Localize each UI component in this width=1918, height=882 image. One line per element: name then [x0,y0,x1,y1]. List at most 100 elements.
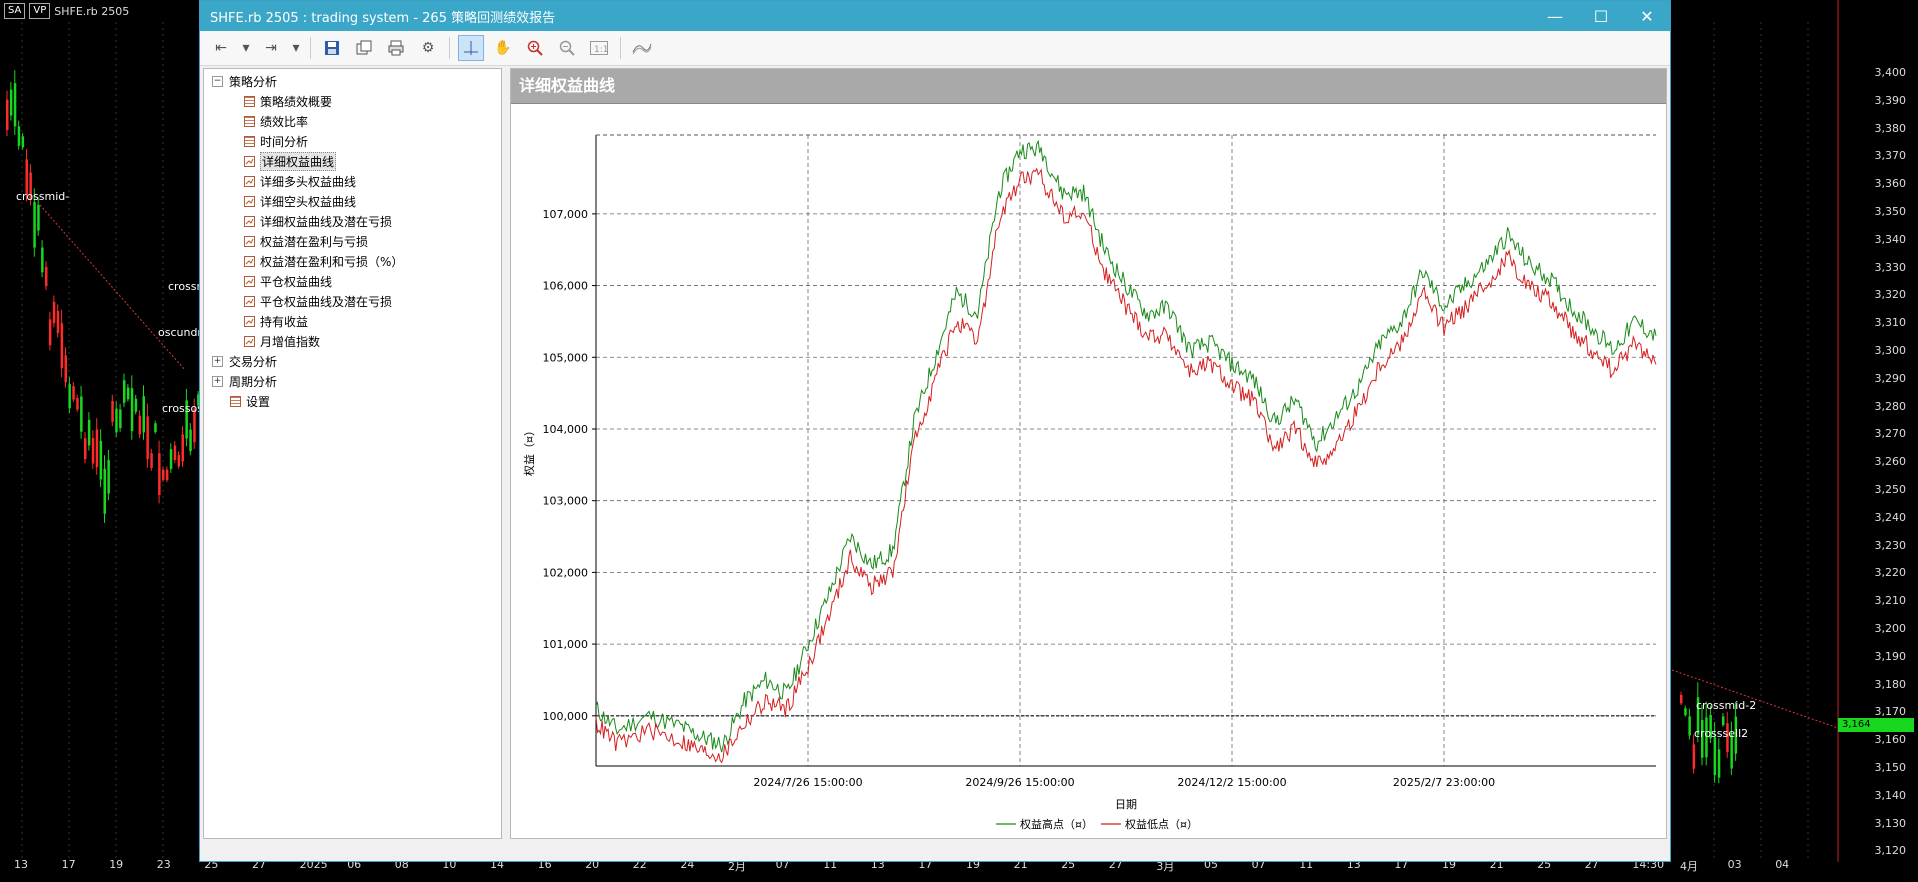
candle [37,204,40,231]
candle [17,126,21,146]
report-window[interactable]: SHFE.rb 2505 : trading system - 265 策略回测… [199,0,1671,862]
tree-item[interactable]: 持有收益 [204,311,501,331]
price-tick-label: 3,250 [1874,483,1907,496]
price-tick-label: 3,260 [1874,455,1907,469]
candle [1680,694,1683,704]
price-tick-label: 3,380 [1874,121,1907,135]
tree-item[interactable]: 权益潜在盈利和亏损（%） [204,251,501,271]
tree-item[interactable]: 策略绩效概要 [204,91,501,111]
dropdown-icon[interactable]: ▾ [290,35,302,61]
signal-annotation: crossmid- [16,190,70,203]
tree-item[interactable]: 平仓权益曲线 [204,271,501,291]
print-icon[interactable] [383,35,409,61]
settings-icon[interactable]: ⚙ [415,35,441,61]
tree-item[interactable]: 时间分析 [204,131,501,151]
tree-item[interactable]: 平仓权益曲线及潜在亏损 [204,291,501,311]
candle [130,388,134,432]
tree-item[interactable]: 详细多头权益曲线 [204,171,501,191]
candle [87,419,91,446]
date-tick-label: 19 [109,858,124,871]
close-button[interactable]: ✕ [1624,7,1670,26]
date-tick-label: 03 [1727,858,1742,871]
minimize-button[interactable]: — [1532,7,1578,26]
candle [80,396,83,432]
tree-item[interactable]: 权益潜在盈利与亏损 [204,231,501,251]
tree-group[interactable]: + 周期分析 [204,371,501,391]
signal-annotation: crossmid-2 [1696,699,1757,712]
tree-item-label: 策略绩效概要 [260,94,333,109]
candle [146,416,149,460]
actual-size-icon[interactable]: 1:1 [586,35,612,61]
candle [173,445,177,461]
collapse-icon[interactable]: − [212,75,223,87]
zoom-in-icon[interactable] [522,35,548,61]
candle [134,398,138,412]
copy-icon[interactable] [351,35,377,61]
back-icon[interactable]: ⇤ [208,35,234,61]
last-price-badge: 3,164 [1838,718,1914,732]
save-icon[interactable] [319,35,345,61]
vp-button[interactable]: VP [29,3,51,19]
tree-item-settings[interactable]: 设置 [204,391,501,411]
candle [64,355,67,383]
candle [150,453,153,468]
forward-icon[interactable]: ⇥ [258,35,284,61]
title-bar[interactable]: SHFE.rb 2505 : trading system - 265 策略回测… [200,1,1670,31]
y-tick-label: 106,000 [543,280,589,293]
tree-item-label: 平仓权益曲线 [260,274,333,289]
chart-style-icon[interactable] [629,35,655,61]
chart-panel: 详细权益曲线 100,000 101,000 102,000 103,000 104,0… [510,68,1667,839]
hand-icon[interactable]: ✋ [490,35,516,61]
price-tick-label: 3,220 [1874,566,1907,580]
date-tick-label: 04 [1775,858,1790,871]
candle [123,380,126,403]
price-tick-label: 3,210 [1874,594,1907,608]
candle [158,453,161,495]
x-tick-label: 2024/9/26 15:00:00 [965,776,1074,789]
price-tick-label: 3,320 [1874,288,1907,302]
dropdown-icon[interactable]: ▾ [240,35,252,61]
symbol-label: SHFE.rb 2505 [54,4,130,18]
candle [138,415,142,435]
tree-item[interactable]: 详细权益曲线及潜在亏损 [204,211,501,231]
tree-item[interactable]: 绩效比率 [204,111,501,131]
tree-item-label: 平仓权益曲线及潜在亏损 [260,294,393,309]
price-tick-label: 3,280 [1874,399,1907,413]
candle [162,469,165,480]
tree-group[interactable]: + 交易分析 [204,351,501,371]
candle [9,89,13,116]
signal-annotation: crosssell2 [1694,727,1749,740]
tree-item-label: 详细权益曲线及潜在亏损 [260,214,393,229]
maximize-button[interactable]: ☐ [1578,7,1624,26]
x-tick-label: 2024/7/26 15:00:00 [753,776,862,789]
symbol-selector[interactable]: SA [4,3,26,19]
candle [21,136,25,148]
zoom-out-icon[interactable] [554,35,580,61]
expand-icon[interactable]: + [212,355,223,367]
candle [1722,716,1725,726]
expand-icon[interactable]: + [212,375,223,387]
price-tick-label: 3,360 [1874,177,1907,191]
candle [1730,735,1733,769]
tree-group[interactable]: − 策略分析 [204,71,501,91]
series-line-high [595,139,1657,753]
price-tick-label: 3,330 [1874,260,1907,274]
svg-text:1:1: 1:1 [594,45,608,55]
tree-item-label: 持有收益 [260,314,309,329]
tree-item[interactable]: 详细空头权益曲线 [204,191,501,211]
tree-item-label: 详细权益曲线 [260,151,337,171]
price-tick-label: 3,270 [1874,427,1907,441]
signal-annotation: crossos [162,402,203,415]
crosshair-icon[interactable] [458,35,484,61]
candle [91,438,95,464]
candle [115,408,118,433]
equity-curve-chart[interactable]: 100,000 101,000 102,000 103,000 104,000 105,0… [511,105,1666,838]
chart-report-icon [244,335,255,347]
tree-item[interactable]: 详细权益曲线 [204,151,501,171]
tree-item[interactable]: 月增值指数 [204,331,501,351]
candle [95,429,99,468]
tree-item-label: 权益潜在盈利与亏损 [260,234,369,249]
price-tick-label: 3,160 [1874,733,1907,747]
report-toolbar: ⇤ ▾ ⇥ ▾ ⚙ ✋ 1:1 [200,31,1670,66]
legend-label: 权益高点（¤） [1020,817,1093,831]
